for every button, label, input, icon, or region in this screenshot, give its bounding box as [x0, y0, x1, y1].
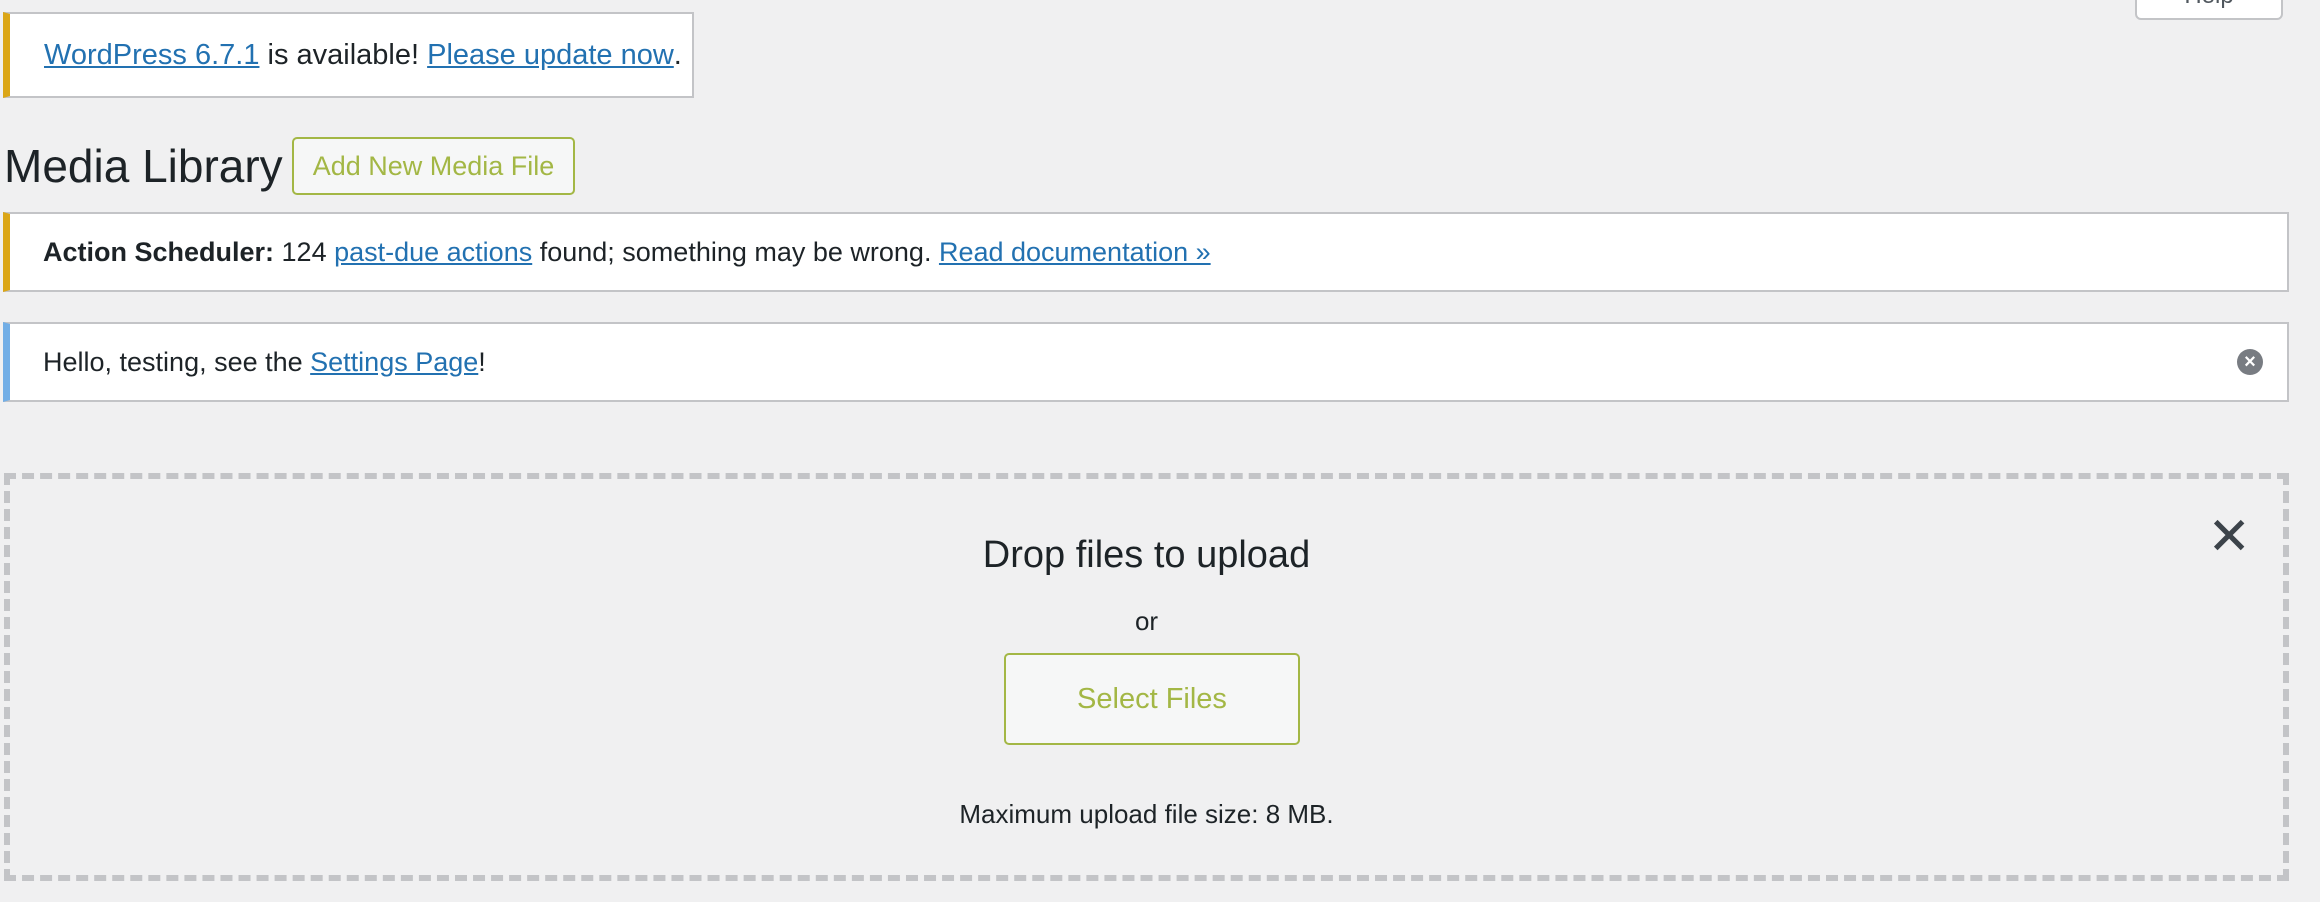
max-upload-size-text: Maximum upload file size: 8 MB. — [959, 799, 1334, 829]
action-scheduler-label: Action Scheduler: — [43, 236, 275, 267]
help-tab-label: Help — [2184, 0, 2233, 10]
help-tab-button[interactable]: Help — [2135, 0, 2283, 20]
hello-notice: Hello, testing, see the Settings Page! × — [3, 322, 2289, 402]
wordpress-version-link[interactable]: WordPress 6.7.1 — [44, 39, 259, 72]
update-notice-end: . — [673, 38, 682, 71]
action-scheduler-notice: Action Scheduler: 124 past-due actions f… — [3, 212, 2289, 292]
settings-page-link[interactable]: Settings Page — [310, 347, 478, 378]
dismiss-notice-icon[interactable]: × — [2237, 349, 2263, 375]
past-due-actions-link[interactable]: past-due actions — [334, 237, 532, 268]
past-due-count: 124 — [274, 236, 335, 267]
hello-notice-text: Hello, testing, see the — [43, 346, 311, 377]
drop-files-heading: Drop files to upload — [982, 534, 1311, 576]
add-new-media-file-button[interactable]: Add New Media File — [292, 137, 575, 195]
upload-drop-zone[interactable]: ✕ Drop files to upload or Select Files M… — [4, 473, 2289, 881]
read-documentation-link[interactable]: Read documentation » — [939, 237, 1211, 268]
page-title: Media Library — [4, 140, 283, 192]
update-notice: WordPress 6.7.1 is available! Please upd… — [3, 12, 694, 98]
hello-notice-end: ! — [478, 346, 486, 377]
drop-or-text: or — [1134, 606, 1159, 636]
update-notice-text: is available! — [259, 38, 428, 71]
select-files-button[interactable]: Select Files — [1004, 653, 1300, 745]
please-update-link[interactable]: Please update now — [427, 39, 674, 72]
scheduler-notice-text: found; something may be wrong. — [532, 236, 939, 267]
